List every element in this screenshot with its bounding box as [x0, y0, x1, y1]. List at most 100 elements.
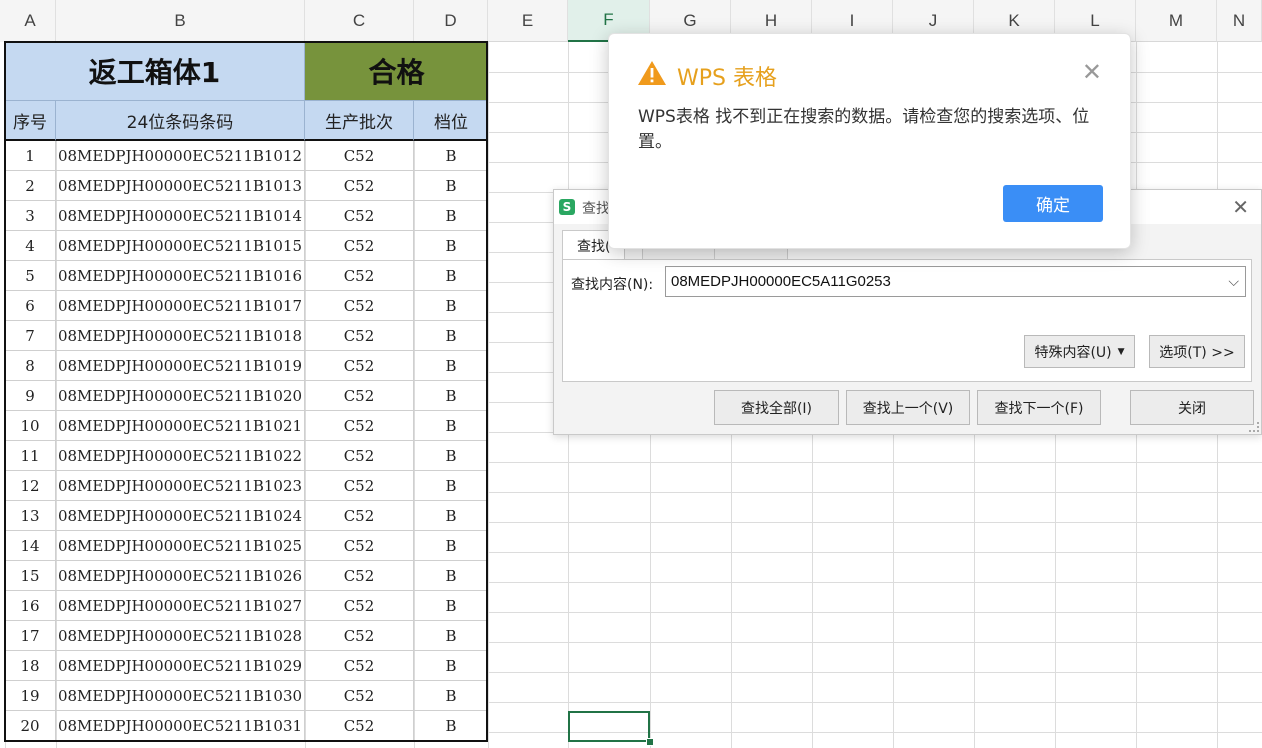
batch-cell[interactable]: C52 [305, 231, 414, 261]
batch-cell[interactable]: C52 [305, 501, 414, 531]
grade-cell[interactable]: B [414, 321, 488, 351]
chevron-down-icon[interactable]: ⌵ [1228, 273, 1239, 290]
barcode-cell[interactable]: 08MEDPJH00000EC5211B1025 [56, 531, 305, 561]
row-number-cell[interactable]: 5 [5, 261, 56, 291]
close-button[interactable]: 关闭 [1130, 390, 1254, 425]
barcode-cell[interactable]: 08MEDPJH00000EC5211B1026 [56, 561, 305, 591]
grade-cell[interactable]: B [414, 501, 488, 531]
grade-cell[interactable]: B [414, 351, 488, 381]
barcode-cell[interactable]: 08MEDPJH00000EC5211B1016 [56, 261, 305, 291]
batch-cell[interactable]: C52 [305, 411, 414, 441]
barcode-cell[interactable]: 08MEDPJH00000EC5211B1020 [56, 381, 305, 411]
grade-cell[interactable]: B [414, 381, 488, 411]
row-number-cell[interactable]: 8 [5, 351, 56, 381]
batch-cell[interactable]: C52 [305, 351, 414, 381]
active-cell[interactable] [568, 711, 650, 742]
batch-cell[interactable]: C52 [305, 441, 414, 471]
batch-cell[interactable]: C52 [305, 471, 414, 501]
column-header-d[interactable]: D [414, 0, 488, 42]
grade-cell[interactable]: B [414, 711, 488, 741]
batch-cell[interactable]: C52 [305, 381, 414, 411]
barcode-cell[interactable]: 08MEDPJH00000EC5211B1013 [56, 171, 305, 201]
find-next-button[interactable]: 查找下一个(F) [977, 390, 1101, 425]
find-previous-button[interactable]: 查找上一个(V) [846, 390, 970, 425]
grade-cell[interactable]: B [414, 591, 488, 621]
batch-cell[interactable]: C52 [305, 321, 414, 351]
barcode-cell[interactable]: 08MEDPJH00000EC5211B1019 [56, 351, 305, 381]
grade-cell[interactable]: B [414, 171, 488, 201]
batch-cell[interactable]: C52 [305, 681, 414, 711]
batch-cell[interactable]: C52 [305, 171, 414, 201]
barcode-cell[interactable]: 08MEDPJH00000EC5211B1014 [56, 201, 305, 231]
find-all-button[interactable]: 查找全部(I) [714, 390, 839, 425]
batch-cell[interactable]: C52 [305, 531, 414, 561]
barcode-cell[interactable]: 08MEDPJH00000EC5211B1017 [56, 291, 305, 321]
column-header-m[interactable]: M [1136, 0, 1217, 42]
column-title-2[interactable]: 24位条码条码 [56, 101, 305, 141]
grade-cell[interactable]: B [414, 681, 488, 711]
status-cell[interactable]: 合格 [305, 42, 488, 101]
batch-cell[interactable]: C52 [305, 261, 414, 291]
row-number-cell[interactable]: 9 [5, 381, 56, 411]
grade-cell[interactable]: B [414, 231, 488, 261]
column-header-b[interactable]: B [56, 0, 305, 42]
row-number-cell[interactable]: 15 [5, 561, 56, 591]
batch-cell[interactable]: C52 [305, 201, 414, 231]
row-number-cell[interactable]: 11 [5, 441, 56, 471]
search-input[interactable]: 08MEDPJH00000EC5A11G0253 ⌵ [665, 266, 1246, 297]
row-number-cell[interactable]: 20 [5, 711, 56, 741]
grade-cell[interactable]: B [414, 621, 488, 651]
grade-cell[interactable]: B [414, 141, 488, 171]
row-number-cell[interactable]: 2 [5, 171, 56, 201]
barcode-cell[interactable]: 08MEDPJH00000EC5211B1012 [56, 141, 305, 171]
barcode-cell[interactable]: 08MEDPJH00000EC5211B1022 [56, 441, 305, 471]
barcode-cell[interactable]: 08MEDPJH00000EC5211B1015 [56, 231, 305, 261]
row-number-cell[interactable]: 19 [5, 681, 56, 711]
batch-cell[interactable]: C52 [305, 141, 414, 171]
column-header-n[interactable]: N [1217, 0, 1262, 42]
barcode-cell[interactable]: 08MEDPJH00000EC5211B1021 [56, 411, 305, 441]
find-dialog-close-icon[interactable]: ✕ [1232, 195, 1249, 219]
grade-cell[interactable]: B [414, 291, 488, 321]
column-header-e[interactable]: E [488, 0, 568, 42]
column-header-a[interactable]: A [5, 0, 56, 42]
barcode-cell[interactable]: 08MEDPJH00000EC5211B1018 [56, 321, 305, 351]
alert-close-icon[interactable]: ✕ [1082, 58, 1102, 86]
ok-button[interactable]: 确定 [1003, 185, 1103, 222]
grade-cell[interactable]: B [414, 411, 488, 441]
batch-cell[interactable]: C52 [305, 621, 414, 651]
barcode-cell[interactable]: 08MEDPJH00000EC5211B1023 [56, 471, 305, 501]
special-content-button[interactable]: 特殊内容(U) ▼ [1024, 335, 1135, 368]
grade-cell[interactable]: B [414, 531, 488, 561]
row-number-cell[interactable]: 1 [5, 141, 56, 171]
batch-cell[interactable]: C52 [305, 651, 414, 681]
row-number-cell[interactable]: 13 [5, 501, 56, 531]
grade-cell[interactable]: B [414, 471, 488, 501]
options-button[interactable]: 选项(T) >> [1149, 335, 1245, 368]
barcode-cell[interactable]: 08MEDPJH00000EC5211B1024 [56, 501, 305, 531]
batch-cell[interactable]: C52 [305, 711, 414, 741]
resize-grip-icon[interactable] [1249, 422, 1259, 432]
batch-cell[interactable]: C52 [305, 291, 414, 321]
barcode-cell[interactable]: 08MEDPJH00000EC5211B1027 [56, 591, 305, 621]
sheet-title[interactable]: 返工箱体1 [5, 42, 305, 101]
row-number-cell[interactable]: 14 [5, 531, 56, 561]
column-title-4[interactable]: 档位 [414, 101, 488, 141]
row-number-cell[interactable]: 7 [5, 321, 56, 351]
fill-handle[interactable] [646, 738, 654, 746]
grade-cell[interactable]: B [414, 651, 488, 681]
row-number-cell[interactable]: 18 [5, 651, 56, 681]
row-number-cell[interactable]: 16 [5, 591, 56, 621]
batch-cell[interactable]: C52 [305, 561, 414, 591]
column-title-1[interactable]: 序号 [5, 101, 56, 141]
barcode-cell[interactable]: 08MEDPJH00000EC5211B1029 [56, 651, 305, 681]
row-number-cell[interactable]: 4 [5, 231, 56, 261]
grade-cell[interactable]: B [414, 201, 488, 231]
row-number-cell[interactable]: 6 [5, 291, 56, 321]
barcode-cell[interactable]: 08MEDPJH00000EC5211B1030 [56, 681, 305, 711]
grade-cell[interactable]: B [414, 561, 488, 591]
barcode-cell[interactable]: 08MEDPJH00000EC5211B1028 [56, 621, 305, 651]
row-number-cell[interactable]: 3 [5, 201, 56, 231]
column-title-3[interactable]: 生产批次 [305, 101, 414, 141]
grade-cell[interactable]: B [414, 441, 488, 471]
